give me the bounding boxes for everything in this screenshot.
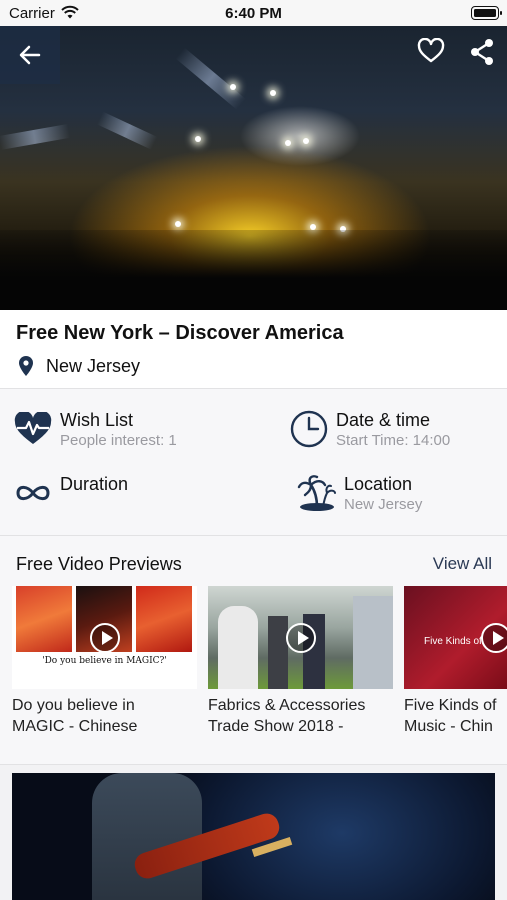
location-value: New Jersey: [344, 496, 423, 513]
heart-outline-icon: [417, 37, 445, 63]
video-title-line2: Music - Chin: [404, 718, 493, 735]
video-previews-section: Free Video Previews View All 'Do you bel…: [0, 536, 507, 764]
video-thumbnail: Five Kinds of: [404, 586, 507, 689]
location-item[interactable]: Location New Jersey: [296, 473, 422, 515]
date-time-item[interactable]: Date & time Start Time: 14:00: [288, 409, 450, 451]
battery-icon: [471, 6, 502, 20]
video-title-line2: Trade Show 2018 -: [208, 718, 344, 735]
event-card-image[interactable]: [12, 773, 495, 900]
video-card[interactable]: Five Kinds of Five Kinds of Music - Chin: [404, 586, 507, 737]
play-icon: [285, 622, 316, 653]
video-card[interactable]: Fabrics & Accessories Trade Show 2018 -: [208, 586, 393, 737]
arrow-left-icon: [19, 45, 41, 65]
status-bar: Carrier 6:40 PM: [0, 0, 507, 26]
duration-label: Duration: [60, 474, 129, 494]
palm-island-icon: [296, 473, 338, 513]
event-place-label: New Jersey: [46, 355, 141, 376]
event-info-grid: Wish List People interest: 1 Date & time…: [0, 389, 507, 535]
heart-pulse-icon: [12, 409, 54, 449]
wish-list-item[interactable]: Wish List People interest: 1: [12, 409, 177, 451]
share-button[interactable]: [469, 38, 497, 66]
wish-list-label: Wish List: [60, 410, 134, 430]
event-place: New Jersey: [18, 355, 140, 377]
video-card[interactable]: 'Do you believe in MAGIC?' Do you believ…: [12, 586, 197, 737]
video-title-line1: Five Kinds of: [404, 697, 497, 714]
divider: [0, 764, 507, 765]
share-icon: [471, 39, 493, 65]
event-header: Free New York – Discover America New Jer…: [0, 310, 507, 388]
play-icon: [89, 622, 120, 653]
video-title-line1: Do you believe in: [12, 697, 135, 714]
start-time: Start Time: 14:00: [336, 432, 451, 449]
favorite-button[interactable]: [417, 37, 445, 66]
back-button[interactable]: [0, 26, 60, 84]
clock-time: 6:40 PM: [225, 5, 282, 22]
video-title-line2: MAGIC - Chinese: [12, 718, 138, 735]
video-title-line1: Fabrics & Accessories: [208, 697, 366, 714]
video-previews-heading: Free Video Previews: [16, 554, 182, 574]
video-thumbnail: 'Do you believe in MAGIC?': [12, 586, 197, 689]
location-label: Location: [344, 474, 413, 494]
duration-item[interactable]: Duration: [12, 473, 128, 513]
video-thumbnail: [208, 586, 393, 689]
date-time-label: Date & time: [336, 410, 431, 430]
map-pin-icon: [19, 356, 33, 376]
wish-list-count: People interest: 1: [60, 432, 177, 449]
view-all-link[interactable]: View All: [433, 554, 492, 574]
hero-image: [0, 26, 507, 310]
event-title: Free New York – Discover America: [16, 322, 344, 344]
clock-icon: [288, 409, 330, 449]
thumbnail-caption: 'Do you believe in MAGIC?': [42, 656, 167, 666]
play-icon: [481, 622, 507, 653]
infinity-icon: [12, 473, 54, 513]
thumbnail-caption: Five Kinds of: [424, 636, 482, 647]
